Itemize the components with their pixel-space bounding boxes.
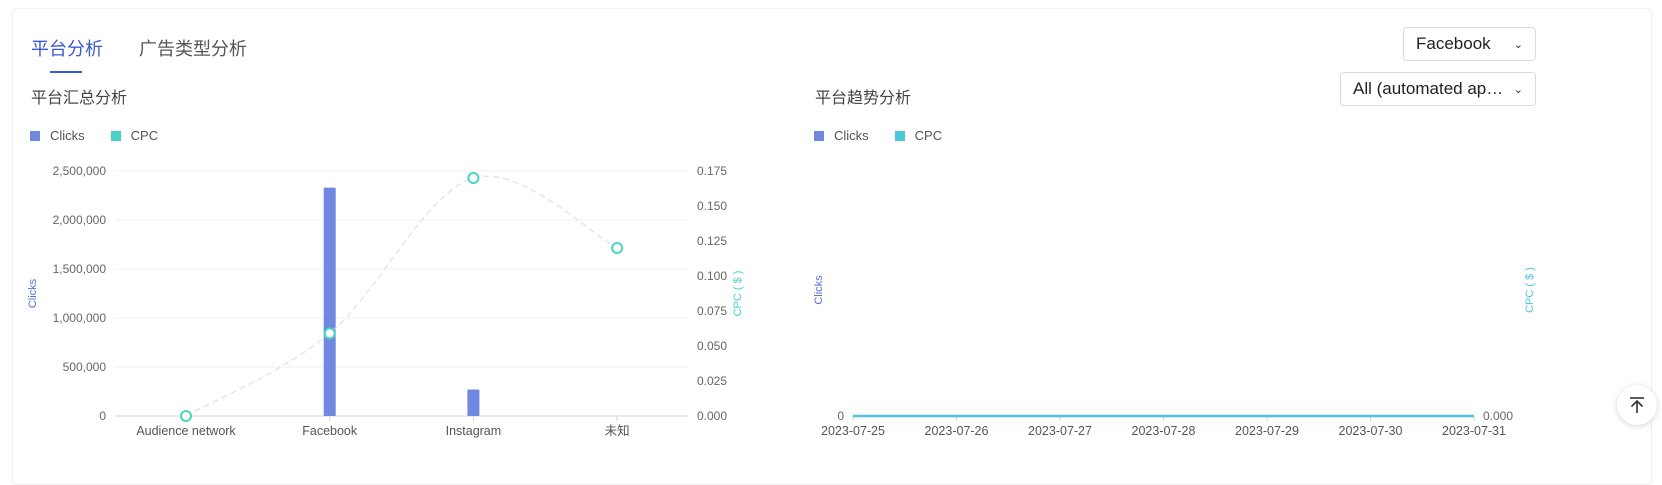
x-tick-label: 2023-07-29 bbox=[1235, 424, 1299, 438]
y-right-axis-label: CPC ( $ ) bbox=[732, 271, 744, 317]
cpc-point bbox=[180, 410, 192, 422]
y-right-tick-label: 0.025 bbox=[697, 374, 727, 388]
x-tick-label: 2023-07-30 bbox=[1339, 424, 1403, 438]
cpc-point bbox=[611, 242, 624, 254]
bar-clicks bbox=[467, 389, 480, 416]
y-tick-label: 2,000,000 bbox=[53, 213, 107, 227]
y-axis-label: Clicks bbox=[27, 278, 39, 308]
y-right-tick-label: 0.100 bbox=[697, 269, 727, 283]
arrow-up-to-top-icon bbox=[1630, 397, 1644, 413]
y-right-tick-label: 0.125 bbox=[697, 234, 727, 248]
y-tick-label: 500,000 bbox=[63, 360, 107, 374]
cpc-line bbox=[185, 175, 618, 417]
x-tick-label: Instagram bbox=[446, 424, 502, 438]
x-tick-label: 2023-07-27 bbox=[1028, 424, 1092, 438]
x-tick-label: Facebook bbox=[302, 424, 358, 438]
y-right-tick-label: 0.050 bbox=[697, 339, 727, 353]
x-tick-label: 2023-07-25 bbox=[821, 424, 885, 438]
bar-clicks bbox=[323, 187, 336, 416]
y-tick-label: 1,000,000 bbox=[53, 311, 107, 325]
y-axis-label: Clicks bbox=[813, 275, 825, 305]
x-tick-label: 未知 bbox=[605, 424, 630, 438]
y-tick-label: 1,500,000 bbox=[53, 262, 107, 276]
y-right-tick-label: 0.150 bbox=[697, 199, 727, 213]
platform-summary-chart: 0 500,000 1,000,000 1,500,000 2,000,000 2,500… bbox=[27, 164, 744, 438]
x-tick-label: 2023-07-31 bbox=[1442, 424, 1506, 438]
x-tick-label: Audience network bbox=[136, 424, 236, 438]
back-to-top-button[interactable] bbox=[1617, 385, 1657, 425]
y-right-tick-label: 0.175 bbox=[697, 164, 727, 178]
y-right-tick-label: 0.075 bbox=[697, 304, 727, 318]
x-tick-label: 2023-07-26 bbox=[925, 424, 989, 438]
cpc-point bbox=[467, 172, 480, 184]
platform-trend-chart: 0 0.000 2023-07-25 2023-07-26 2023-07-27 2023… bbox=[813, 267, 1536, 438]
y-right-tick-label: 0.000 bbox=[697, 409, 727, 423]
y-tick-label: 0 bbox=[837, 409, 844, 423]
x-tick-label: 2023-07-28 bbox=[1132, 424, 1196, 438]
y-right-axis-label: CPC ( $ ) bbox=[1524, 267, 1536, 313]
y-tick-label: 0 bbox=[99, 409, 106, 423]
cpc-point bbox=[323, 327, 336, 340]
y-tick-label: 2,500,000 bbox=[53, 164, 107, 178]
y-right-tick-label: 0.000 bbox=[1483, 409, 1513, 423]
